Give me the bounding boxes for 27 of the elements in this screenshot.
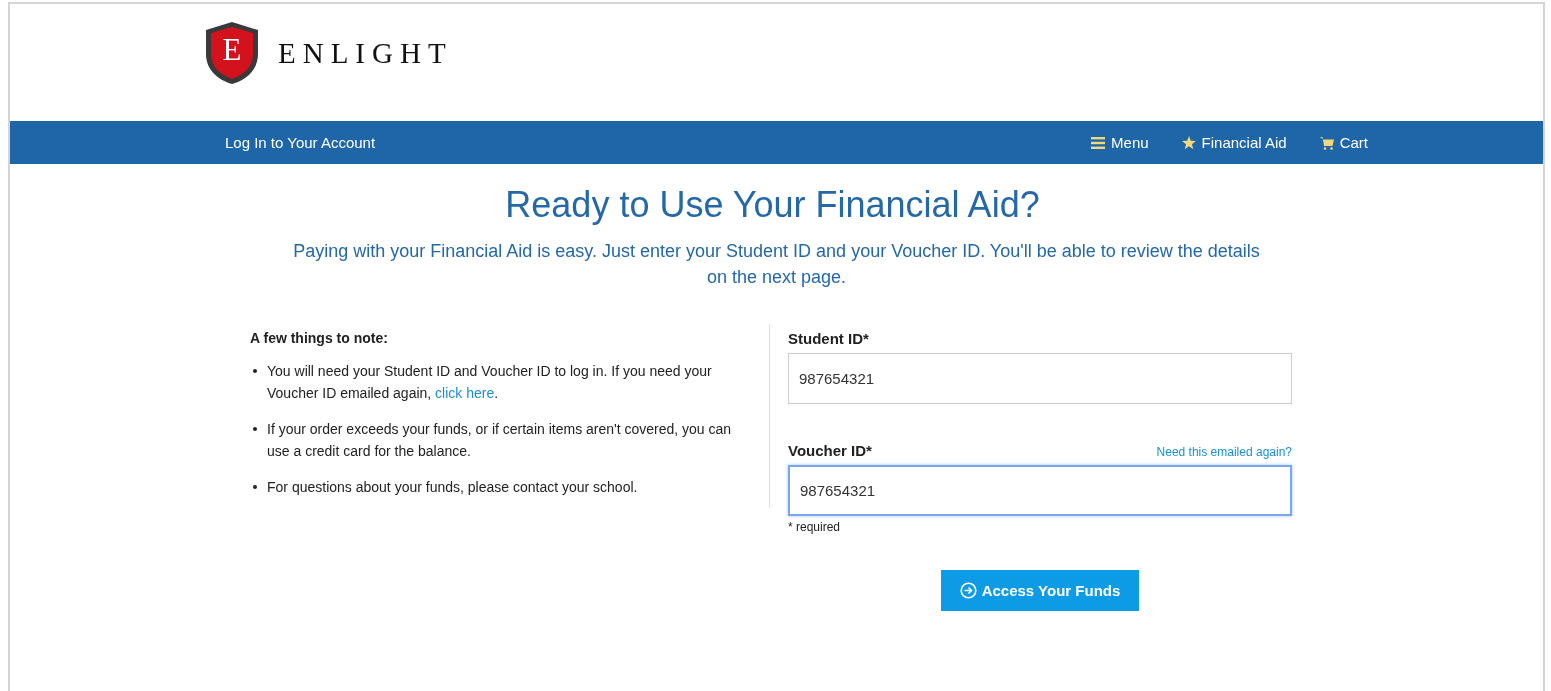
nav-link[interactable]: Cart (1319, 134, 1368, 151)
click-here-link[interactable]: click here (435, 385, 495, 401)
required-note: * required (788, 520, 842, 534)
note-text: If your order exceeds your funds, or if certain items aren't covered, you can use a credit card for the balance. (267, 420, 733, 461)
arrow-circle-icon (959, 582, 977, 599)
input-field[interactable]: 987654321 (788, 353, 1292, 404)
field-label: Voucher ID* (788, 442, 872, 459)
star-icon (1181, 135, 1196, 150)
field-label: Student ID* (788, 330, 869, 347)
input-field[interactable]: 987654321 (788, 465, 1292, 516)
shield-logo: E (202, 20, 262, 86)
nav-link[interactable]: Menu (1091, 134, 1149, 151)
note-text: You will need your Student ID and Voucher ID to log in. If you need your Voucher ID emailed again, click here. (267, 362, 713, 403)
access-funds-button[interactable]: Access Your Funds (940, 570, 1140, 611)
account-link[interactable]: Log In to Your Account (225, 134, 376, 151)
help-link[interactable]: Need this emailed again? (1156, 445, 1292, 459)
bullet-icon (253, 485, 257, 489)
intro-text: Paying with your Financial Aid is easy. Just enter your Student ID and your Voucher ID. You'll be able to review the details on the next page. (292, 240, 1261, 289)
menu-icon (1091, 135, 1106, 150)
nav-link[interactable]: Financial Aid (1181, 134, 1287, 151)
bullet-icon (253, 369, 257, 373)
brand-name: ENLIGHT (278, 36, 453, 70)
bullet-icon (253, 427, 257, 431)
note-text: For questions about your funds, please contact your school. (267, 478, 639, 497)
notes-heading: A few things to note: (250, 330, 389, 346)
cart-icon (1319, 135, 1334, 150)
page-heading: Ready to Use Your Financial Aid? (504, 184, 1041, 226)
